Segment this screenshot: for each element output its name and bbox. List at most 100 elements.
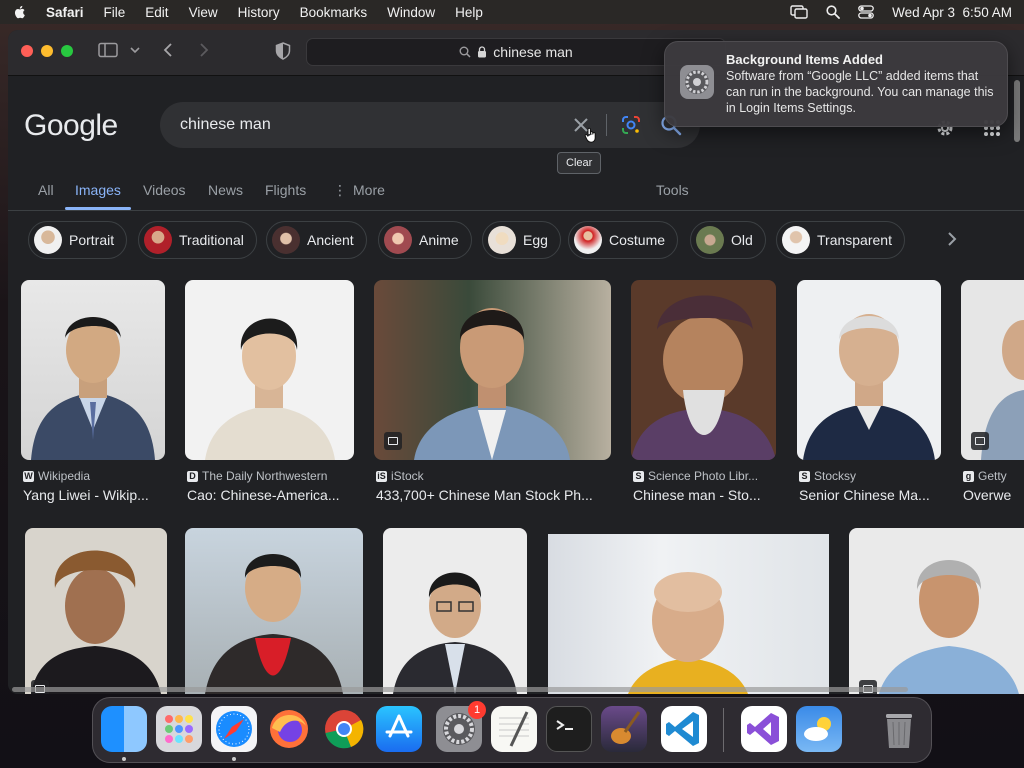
scrollbar-thumb[interactable] <box>12 687 908 692</box>
launchpad-icon[interactable] <box>156 706 202 752</box>
notification-title: Background Items Added <box>726 52 883 67</box>
finder-icon[interactable] <box>101 706 147 752</box>
tab-all[interactable]: All <box>38 182 54 198</box>
chip-thumbnail <box>574 226 602 254</box>
refinement-chips: Portrait Traditional Ancient Anime Egg C… <box>8 221 1024 261</box>
visual-studio-icon[interactable] <box>741 706 787 752</box>
result-image[interactable] <box>383 528 527 694</box>
chrome-icon[interactable] <box>321 706 367 752</box>
chip-label: Old <box>731 232 753 248</box>
google-logo[interactable]: Google <box>24 109 118 143</box>
menu-app-safari[interactable]: Safari <box>46 5 84 20</box>
result-image[interactable] <box>374 280 611 460</box>
tab-more-label: More <box>353 182 385 198</box>
menu-help[interactable]: Help <box>455 5 483 20</box>
result-title[interactable]: Senior Chinese Ma... <box>799 487 939 503</box>
tab-more[interactable]: ⋮ More <box>333 182 385 199</box>
chevron-down-icon[interactable] <box>130 46 140 54</box>
chip-ancient[interactable]: Ancient <box>266 221 367 259</box>
vscode-icon[interactable] <box>661 706 707 752</box>
result-title[interactable]: Yang Liwei - Wikip... <box>23 487 163 503</box>
result-title[interactable]: Overwe <box>963 487 1023 503</box>
spotlight-search-icon[interactable] <box>826 5 841 19</box>
source-favicon: g <box>963 470 974 482</box>
privacy-shield-icon[interactable] <box>275 42 291 60</box>
mouse-pointer-icon <box>584 127 596 143</box>
chip-traditional[interactable]: Traditional <box>138 221 257 259</box>
result-image[interactable] <box>185 280 354 460</box>
menu-bookmarks[interactable]: Bookmarks <box>300 5 368 20</box>
result-image[interactable] <box>21 280 165 460</box>
result-image[interactable] <box>185 528 363 694</box>
tab-images[interactable]: Images <box>75 182 121 198</box>
running-indicator <box>122 757 126 761</box>
terminal-icon[interactable] <box>546 706 592 752</box>
forward-arrow-icon[interactable] <box>198 42 210 58</box>
minimize-window-button[interactable] <box>41 45 53 57</box>
zoom-window-button[interactable] <box>61 45 73 57</box>
result-image[interactable] <box>548 534 829 694</box>
search-input[interactable]: chinese man <box>160 102 700 148</box>
result-title[interactable]: Chinese man - Sto... <box>633 487 773 503</box>
result-image[interactable] <box>849 528 1024 694</box>
safari-icon[interactable] <box>211 706 257 752</box>
menu-history[interactable]: History <box>238 5 280 20</box>
tab-flights[interactable]: Flights <box>265 182 306 198</box>
tab-videos[interactable]: Videos <box>143 182 186 198</box>
back-arrow-icon[interactable] <box>162 42 174 58</box>
apple-menu-icon[interactable] <box>12 4 28 20</box>
search-divider <box>606 114 607 136</box>
chip-label: Ancient <box>307 232 354 248</box>
search-icon <box>459 46 471 58</box>
result-source: D The Daily Northwestern <box>187 469 327 483</box>
menu-view[interactable]: View <box>189 5 218 20</box>
menu-edit[interactable]: Edit <box>145 5 168 20</box>
textedit-icon[interactable] <box>491 706 537 752</box>
result-image[interactable] <box>631 280 776 460</box>
sidebar-toggle-icon[interactable] <box>98 42 118 58</box>
chevron-right-icon[interactable] <box>946 231 958 247</box>
tab-news[interactable]: News <box>208 182 243 198</box>
chip-transparent[interactable]: Transparent <box>776 221 905 259</box>
result-title[interactable]: Cao: Chinese-America... <box>187 487 352 503</box>
result-source: W Wikipedia <box>23 469 90 483</box>
horizontal-scrollbar[interactable] <box>8 685 1024 693</box>
menu-window[interactable]: Window <box>387 5 435 20</box>
chip-anime[interactable]: Anime <box>378 221 472 259</box>
chip-costume[interactable]: Costume <box>568 221 679 259</box>
address-bar[interactable]: chinese man <box>306 38 726 66</box>
tools-button[interactable]: Tools <box>656 182 689 198</box>
chip-thumbnail <box>384 226 412 254</box>
result-image[interactable] <box>961 280 1024 460</box>
chip-egg[interactable]: Egg <box>482 221 561 259</box>
result-title[interactable]: 433,700+ Chinese Man Stock Ph... <box>376 487 611 503</box>
menu-file[interactable]: File <box>104 5 126 20</box>
chip-thumbnail <box>144 226 172 254</box>
menubar-clock[interactable]: Wed Apr 3 6:50 AM <box>892 5 1012 20</box>
result-image[interactable] <box>797 280 941 460</box>
source-favicon: S <box>799 470 810 482</box>
app-store-icon[interactable] <box>376 706 422 752</box>
control-center-icon[interactable] <box>858 5 875 19</box>
google-lens-icon[interactable] <box>620 114 642 136</box>
chip-thumbnail <box>782 226 810 254</box>
running-indicator <box>232 757 236 761</box>
image-badge-icon <box>384 432 402 450</box>
search-tabs: All Images Videos News Flights ⋮ More Too… <box>8 171 1024 211</box>
weather-icon[interactable] <box>796 706 842 752</box>
result-image[interactable] <box>25 528 167 694</box>
vertical-scrollbar-thumb[interactable] <box>1014 80 1020 142</box>
screen-mirroring-icon[interactable] <box>790 5 808 19</box>
safari-window: chinese man Google chinese man Clear All… <box>8 30 1024 694</box>
background-items-notification[interactable]: Background Items Added Software from “Go… <box>664 41 1008 127</box>
close-window-button[interactable] <box>21 45 33 57</box>
chip-label: Egg <box>523 232 548 248</box>
firefox-icon[interactable] <box>266 706 312 752</box>
google-images-page: Google chinese man Clear All Images Vide… <box>8 77 1024 694</box>
result-source-text: iStock <box>391 469 424 483</box>
notification-body: Software from “Google LLC” added items t… <box>726 69 994 115</box>
chip-old[interactable]: Old <box>690 221 766 259</box>
garageband-icon[interactable] <box>601 706 647 752</box>
chip-portrait[interactable]: Portrait <box>28 221 128 259</box>
trash-icon[interactable] <box>876 706 922 752</box>
